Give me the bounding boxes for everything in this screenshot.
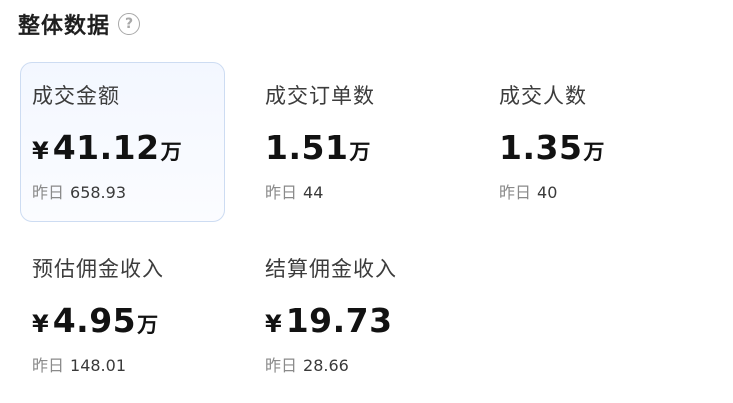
metric-value: ¥ 4.95 万	[32, 301, 225, 340]
metric-card-estimated-commission[interactable]: 预估佣金收入 ¥ 4.95 万 昨日 148.01	[20, 235, 225, 395]
yesterday-value: 28.66	[303, 356, 349, 375]
metric-card-gmv[interactable]: 成交金额 ¥ 41.12 万 昨日 658.93	[20, 62, 225, 222]
metric-label: 成交金额	[32, 84, 120, 108]
metric-yesterday: 昨日 148.01	[32, 352, 225, 376]
metric-value: 1.35 万	[499, 128, 692, 167]
yesterday-value: 40	[537, 183, 558, 202]
metric-unit: 万	[137, 313, 159, 337]
metric-yesterday: 昨日 40	[499, 179, 692, 203]
metric-yesterday: 昨日 28.66	[265, 352, 458, 376]
currency-symbol: ¥	[32, 137, 49, 165]
section-title: 整体数据	[18, 14, 111, 39]
yesterday-label: 昨日	[265, 183, 298, 202]
overall-data-panel: 整体数据 ? 成交金额 ¥ 41.12 万 昨日 658.93 成交订单数 1.5…	[0, 0, 733, 403]
yesterday-label: 昨日	[265, 356, 298, 375]
metric-number: 41.12	[52, 128, 160, 167]
section-header: 整体数据 ?	[18, 8, 141, 40]
yesterday-label: 昨日	[32, 183, 65, 202]
metric-number: 4.95	[52, 301, 137, 340]
metric-yesterday: 昨日 658.93	[32, 179, 224, 203]
yesterday-value: 148.01	[70, 356, 126, 375]
metric-value: ¥ 19.73	[265, 301, 458, 340]
currency-symbol: ¥	[32, 310, 49, 338]
help-icon[interactable]: ?	[118, 13, 141, 35]
yesterday-label: 昨日	[32, 356, 65, 375]
metric-yesterday: 昨日 44	[265, 179, 458, 203]
metric-value: ¥ 41.12 万	[32, 128, 224, 167]
metric-card-buyers[interactable]: 成交人数 1.35 万 昨日 40	[487, 62, 692, 222]
metric-number: 1.35	[499, 128, 583, 167]
metric-label: 结算佣金收入	[265, 257, 397, 281]
metric-label: 预估佣金收入	[32, 257, 164, 281]
metric-value: 1.51 万	[265, 128, 458, 167]
metric-card-orders[interactable]: 成交订单数 1.51 万 昨日 44	[253, 62, 458, 222]
yesterday-label: 昨日	[499, 183, 532, 202]
metric-card-settled-commission[interactable]: 结算佣金收入 ¥ 19.73 昨日 28.66	[253, 235, 458, 395]
metric-unit: 万	[583, 140, 605, 164]
yesterday-value: 44	[303, 183, 324, 202]
metric-number: 19.73	[285, 301, 393, 340]
metric-unit: 万	[349, 140, 371, 164]
yesterday-value: 658.93	[70, 183, 126, 202]
metric-unit: 万	[160, 140, 182, 164]
metric-label: 成交订单数	[265, 84, 375, 108]
metric-label: 成交人数	[499, 84, 587, 108]
currency-symbol: ¥	[265, 310, 282, 338]
metric-number: 1.51	[265, 128, 349, 167]
